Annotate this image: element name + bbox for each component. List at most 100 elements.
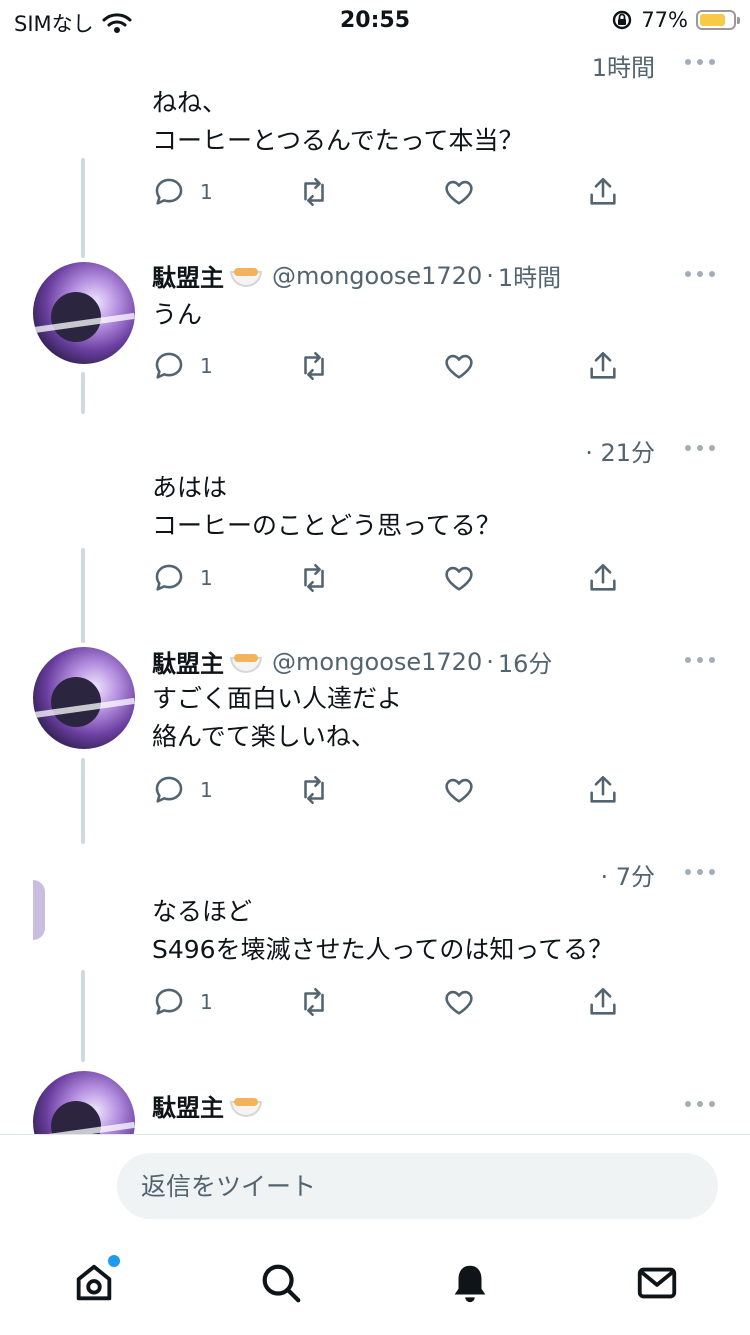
thread-line: [81, 158, 85, 258]
avatar[interactable]: [33, 262, 135, 364]
status-right: 77%: [611, 8, 740, 32]
tab-notifications[interactable]: [440, 1253, 500, 1313]
separator: ·: [486, 647, 494, 676]
display-name[interactable]: 駄盟主: [152, 1088, 224, 1123]
retweet-icon: [304, 775, 324, 805]
reply-button[interactable]: 1: [152, 982, 213, 1022]
ramen-emoji-icon: [228, 649, 264, 675]
retweet-button[interactable]: [297, 172, 331, 212]
more-options-button[interactable]: [685, 656, 715, 664]
handle[interactable]: @mongoose1720: [272, 648, 482, 676]
tab-search[interactable]: [251, 1253, 311, 1313]
avatar[interactable]: [33, 880, 45, 940]
retweet-icon: [304, 563, 324, 593]
thread-line: [81, 970, 85, 1062]
reply-icon: [155, 178, 183, 205]
reply-button[interactable]: 1: [152, 172, 213, 212]
share-button[interactable]: [586, 558, 620, 598]
bell-icon: [454, 1265, 486, 1303]
reply-input[interactable]: [117, 1153, 718, 1219]
thread-line: [81, 548, 85, 643]
retweet-button[interactable]: [297, 982, 331, 1022]
tweet-text-line: すごく面白い人達だよ: [152, 684, 403, 713]
battery-percent: 77%: [641, 8, 688, 32]
like-button[interactable]: [442, 172, 476, 212]
reply-count: 1: [200, 180, 213, 204]
share-icon: [590, 775, 616, 803]
avatar[interactable]: [33, 647, 135, 749]
tweet-text-line: うん: [152, 300, 203, 329]
reply-icon: [155, 988, 183, 1015]
share-button[interactable]: [586, 982, 620, 1022]
ramen-emoji-icon: [228, 263, 264, 289]
heart-icon: [445, 180, 473, 205]
share-icon: [590, 177, 616, 205]
retweet-button[interactable]: [297, 558, 331, 598]
like-button[interactable]: [442, 982, 476, 1022]
retweet-button[interactable]: [297, 346, 331, 386]
tweet-text-line: ねね、: [152, 88, 228, 117]
tweet-text: すごく面白い人達だよ 絡んでて楽しいね、: [152, 680, 402, 756]
like-button[interactable]: [442, 346, 476, 386]
share-button[interactable]: [586, 346, 620, 386]
tab-messages[interactable]: [627, 1253, 687, 1313]
battery-icon: [696, 10, 740, 30]
tweet-header: 駄盟主: [152, 1088, 272, 1123]
tweet-text-line: コーヒーのことどう思ってる？: [152, 511, 501, 540]
reply-button[interactable]: 1: [152, 770, 213, 810]
share-button[interactable]: [586, 770, 620, 810]
separator: ·: [486, 261, 494, 290]
like-button[interactable]: [442, 770, 476, 810]
retweet-icon: [304, 351, 324, 381]
tweet-actions: 1: [152, 558, 632, 598]
more-options-button[interactable]: [685, 868, 715, 876]
reply-count: 1: [200, 354, 213, 378]
more-options-button[interactable]: [685, 1100, 715, 1108]
share-button[interactable]: [586, 172, 620, 212]
reply-count: 1: [200, 778, 213, 802]
status-bar: SIMなし 20:55 77%: [0, 0, 750, 44]
ramen-emoji-icon: [228, 1093, 264, 1119]
tweet-text-line: コーヒーとつるんでたって本当？: [152, 126, 524, 155]
more-options-button[interactable]: [685, 58, 715, 66]
heart-icon: [445, 354, 473, 379]
thread-line: [81, 372, 85, 414]
heart-icon: [445, 566, 473, 591]
rotation-lock-icon: [613, 10, 632, 30]
retweet-icon: [304, 177, 324, 207]
tweet-text: うん: [152, 296, 202, 334]
bottom-bar: [0, 1134, 750, 1335]
display-name[interactable]: 駄盟主: [152, 258, 224, 293]
notification-dot: [108, 1255, 120, 1267]
mail-icon: [637, 1267, 677, 1299]
share-icon: [590, 351, 616, 379]
battery-level: [700, 14, 725, 26]
reply-button[interactable]: 1: [152, 558, 213, 598]
more-options-button[interactable]: [685, 444, 715, 452]
tweet-header: 駄盟主 @mongoose1720 · 1時間: [152, 258, 561, 293]
display-name[interactable]: 駄盟主: [152, 644, 224, 679]
tweet-time: 1時間: [591, 54, 655, 82]
tweet-text-line: 絡んでて楽しいね、: [152, 722, 376, 751]
tweet-actions: 1: [152, 346, 632, 386]
tab-home[interactable]: [64, 1253, 124, 1313]
tweet-text-line: なるほど: [152, 897, 253, 926]
reply-button[interactable]: 1: [152, 346, 213, 386]
like-button[interactable]: [442, 558, 476, 598]
tweet-text: なるほど S496を壊滅させた人ってのは知ってる？: [152, 893, 613, 969]
handle[interactable]: @mongoose1720: [272, 262, 482, 290]
search-icon: [262, 1264, 301, 1303]
home-icon: [76, 1264, 112, 1301]
reply-count: 1: [200, 990, 213, 1014]
thread-line: [81, 758, 85, 844]
tab-bar: [0, 1253, 750, 1323]
tweet-time: · 7分: [600, 863, 655, 891]
tweet-time: · 21分: [585, 439, 655, 467]
tweet-actions: 1: [152, 770, 632, 810]
reply-icon: [155, 564, 183, 591]
share-icon: [590, 563, 616, 591]
share-icon: [590, 987, 616, 1015]
tweet-text: あはは コーヒーのことどう思ってる？: [152, 469, 501, 545]
retweet-button[interactable]: [297, 770, 331, 810]
more-options-button[interactable]: [685, 270, 715, 278]
